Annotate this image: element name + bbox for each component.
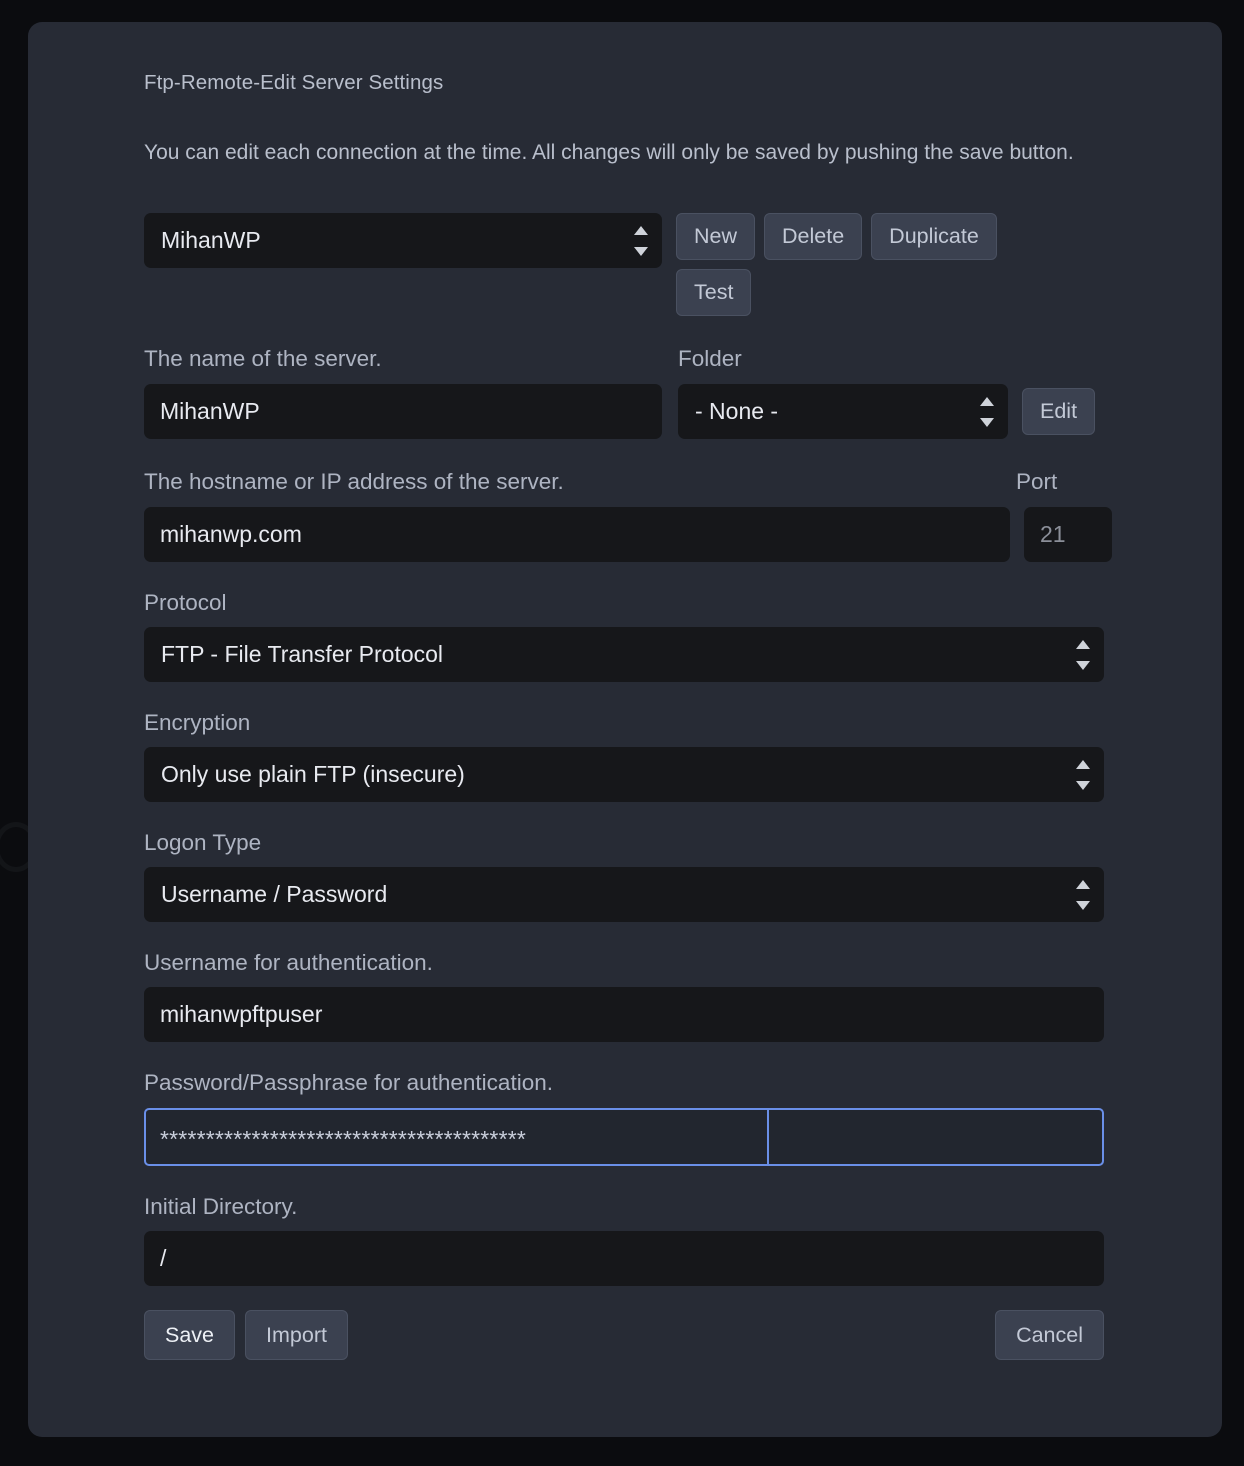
initial-directory-block: Initial Directory. <box>144 1192 1144 1286</box>
up-down-stepper-icon <box>1076 759 1090 790</box>
host-port-field-row <box>144 507 1144 562</box>
password-input[interactable]: **************************************** <box>144 1108 1104 1166</box>
logon-type-select[interactable]: Username / Password <box>144 867 1104 922</box>
password-label: Password/Passphrase for authentication. <box>144 1070 553 1095</box>
edit-folder-button[interactable]: Edit <box>1022 388 1096 435</box>
port-label: Port <box>1016 469 1058 494</box>
delete-server-button[interactable]: Delete <box>764 213 863 260</box>
password-masked-region[interactable]: **************************************** <box>146 1110 769 1164</box>
hostname-input[interactable] <box>144 507 1010 562</box>
logon-type-select-value: Username / Password <box>161 881 388 907</box>
initial-directory-label: Initial Directory. <box>144 1194 298 1219</box>
up-down-stepper-icon <box>1076 879 1090 910</box>
protocol-label: Protocol <box>144 590 227 615</box>
folder-label: Folder <box>678 346 742 371</box>
password-overflow-region[interactable] <box>769 1110 1102 1164</box>
protocol-select-value: FTP - File Transfer Protocol <box>161 641 444 667</box>
server-settings-panel: Ftp-Remote-Edit Server Settings You can … <box>28 22 1222 1437</box>
initial-directory-input[interactable] <box>144 1231 1104 1286</box>
host-port-label-row: The hostname or IP address of the server… <box>144 467 1144 497</box>
logon-type-label: Logon Type <box>144 830 262 855</box>
password-masked-value: **************************************** <box>160 1125 527 1152</box>
protocol-select[interactable]: FTP - File Transfer Protocol <box>144 627 1104 682</box>
new-server-button[interactable]: New <box>676 213 756 260</box>
save-button[interactable]: Save <box>144 1310 236 1360</box>
server-action-buttons: New Delete Duplicate Test <box>676 213 1022 316</box>
up-down-stepper-icon <box>634 225 648 256</box>
import-button[interactable]: Import <box>245 1310 348 1360</box>
footer-right-actions: Cancel <box>995 1310 1104 1360</box>
encryption-label: Encryption <box>144 710 251 735</box>
encryption-block: Encryption Only use plain FTP (insecure) <box>144 708 1144 802</box>
encryption-select[interactable]: Only use plain FTP (insecure) <box>144 747 1104 802</box>
panel-description: You can edit each connection at the time… <box>144 141 1074 164</box>
footer-actions: Save Import Cancel <box>144 1310 1104 1360</box>
password-block: Password/Passphrase for authentication. … <box>144 1068 1144 1166</box>
protocol-block: Protocol FTP - File Transfer Protocol <box>144 588 1144 682</box>
name-folder-label-row: The name of the server. Folder <box>144 344 1144 374</box>
username-label: Username for authentication. <box>144 950 433 975</box>
name-folder-field-row: - None - Edit <box>144 384 1144 439</box>
encryption-select-value: Only use plain FTP (insecure) <box>161 761 465 787</box>
duplicate-server-button[interactable]: Duplicate <box>871 213 997 260</box>
hostname-label: The hostname or IP address of the server… <box>144 469 564 494</box>
cancel-button[interactable]: Cancel <box>995 1310 1104 1360</box>
up-down-stepper-icon <box>1076 639 1090 670</box>
username-block: Username for authentication. <box>144 948 1144 1042</box>
footer-left-actions: Save Import <box>144 1310 348 1360</box>
screen: Ftp-Remote-Edit Server Settings You can … <box>0 0 1244 1466</box>
up-down-stepper-icon <box>980 396 994 427</box>
folder-select[interactable]: - None - <box>678 384 1008 439</box>
panel-content: Ftp-Remote-Edit Server Settings You can … <box>144 58 1144 1360</box>
page-title: Ftp-Remote-Edit Server Settings <box>144 71 444 94</box>
test-connection-button[interactable]: Test <box>676 269 752 316</box>
username-input[interactable] <box>144 987 1104 1042</box>
server-selector-row: MihanWP New Delete Duplicate Test <box>144 213 1144 316</box>
server-name-input[interactable] <box>144 384 662 439</box>
folder-select-value: - None - <box>695 398 779 424</box>
server-name-label: The name of the server. <box>144 346 382 371</box>
server-select[interactable]: MihanWP <box>144 213 662 268</box>
server-select-value: MihanWP <box>161 227 261 253</box>
port-input[interactable] <box>1024 507 1112 562</box>
logon-type-block: Logon Type Username / Password <box>144 828 1144 922</box>
